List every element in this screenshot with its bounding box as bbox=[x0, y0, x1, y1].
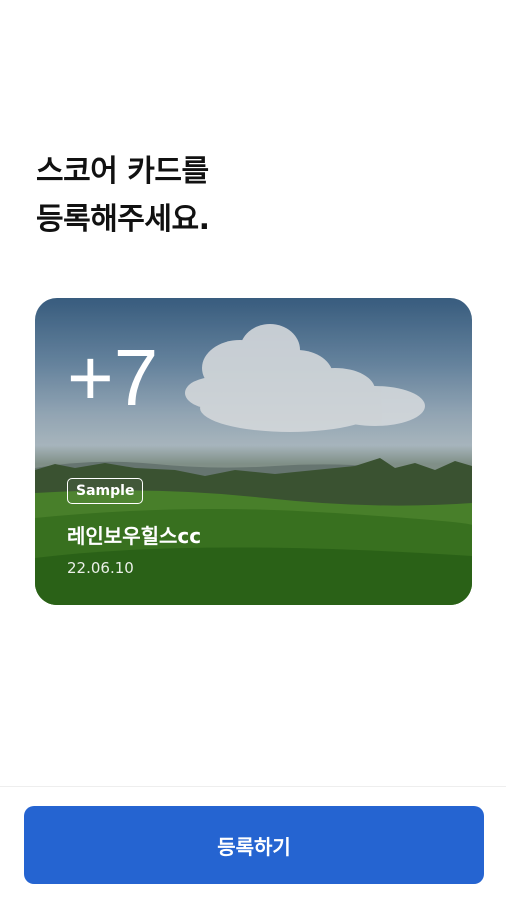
score-card-sample[interactable]: +7 Sample 레인보우힐스cc 22.06.10 bbox=[35, 298, 472, 605]
sample-badge: Sample bbox=[67, 478, 144, 504]
register-button[interactable]: 등록하기 bbox=[24, 806, 484, 884]
round-date: 22.06.10 bbox=[67, 559, 134, 577]
title-line-1: 스코어 카드를 bbox=[36, 154, 209, 189]
title-line-2: 등록해주세요. bbox=[36, 202, 210, 237]
score-value: +7 bbox=[67, 333, 159, 422]
course-name: 레인보우힐스cc bbox=[67, 524, 202, 548]
page-title: 스코어 카드를 등록해주세요. bbox=[36, 148, 210, 244]
bottom-divider bbox=[0, 786, 506, 787]
